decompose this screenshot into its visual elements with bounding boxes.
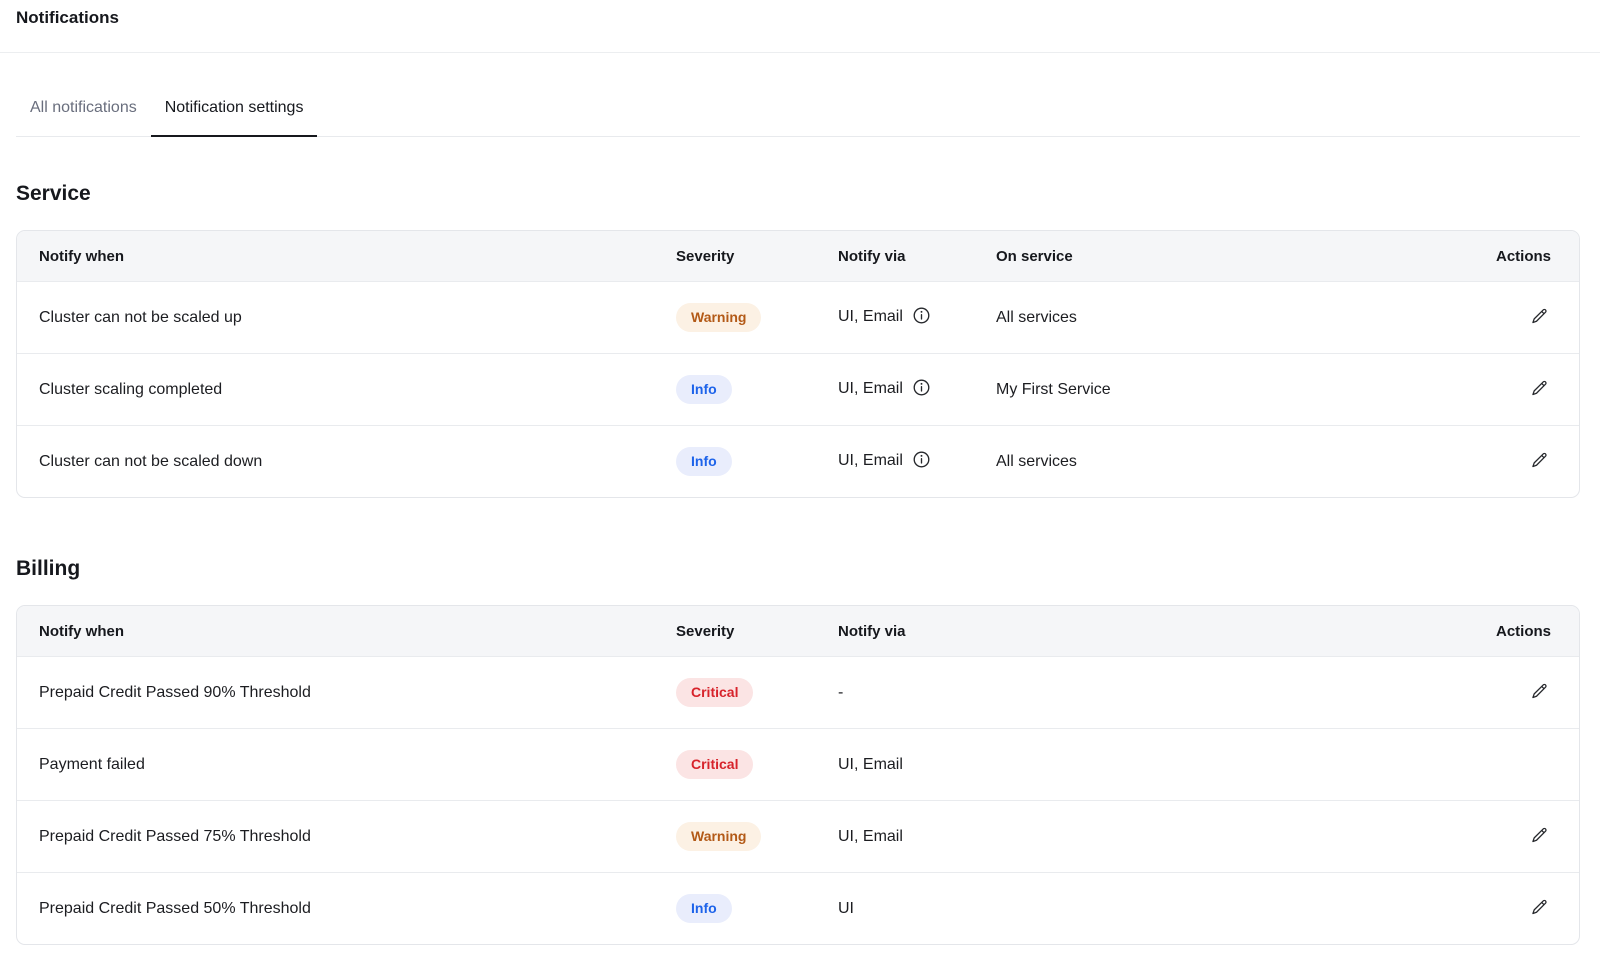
edit-button[interactable] [1528,377,1551,400]
pencil-icon [1530,898,1549,917]
notify-when-cell: Prepaid Credit Passed 75% Threshold [17,800,654,872]
status-badge: Warning [676,822,761,851]
pencil-icon [1530,826,1549,845]
notify-via-label: UI, Email [838,308,903,325]
status-badge: Warning [676,303,761,332]
on-service-cell: All services [974,425,1459,497]
status-badge: Info [676,894,732,923]
section-title-billing: Billing [16,556,1580,582]
service-table-card: Notify when Severity Notify via On servi… [16,230,1580,498]
on-service-cell: All services [974,281,1459,353]
column-header-actions: Actions [1459,231,1579,281]
severity-cell: Critical [654,656,816,728]
info-icon[interactable] [912,378,931,402]
service-table: Notify when Severity Notify via On servi… [17,231,1579,497]
edit-button[interactable] [1528,449,1551,472]
status-badge: Info [676,375,732,404]
column-header-on-service: On service [974,231,1459,281]
notify-via-cell: UI, Email [816,353,974,425]
column-header-severity: Severity [654,231,816,281]
notify-when-cell: Prepaid Credit Passed 90% Threshold [17,656,654,728]
on-service-cell: My First Service [974,353,1459,425]
table-row: Prepaid Credit Passed 75% Threshold Warn… [17,800,1579,872]
status-badge: Info [676,447,732,476]
column-header-notify-when: Notify when [17,606,654,656]
notify-via-cell: UI, Email [816,425,974,497]
notify-via-cell: - [816,656,1459,728]
table-row: Cluster can not be scaled down Info UI, … [17,425,1579,497]
edit-button[interactable] [1528,824,1551,847]
status-badge: Critical [676,678,753,707]
actions-cell [1459,800,1579,872]
billing-table: Notify when Severity Notify via Actions … [17,606,1579,944]
tab-bar: All notifications Notification settings [16,93,1580,137]
actions-cell [1459,656,1579,728]
notify-when-cell: Cluster can not be scaled down [17,425,654,497]
notify-via-cell: UI, Email [816,281,974,353]
table-row: Payment failed Critical UI, Email [17,728,1579,800]
billing-table-card: Notify when Severity Notify via Actions … [16,605,1580,945]
info-icon[interactable] [912,450,931,474]
notify-when-cell: Cluster can not be scaled up [17,281,654,353]
actions-cell [1459,425,1579,497]
column-header-notify-via: Notify via [816,606,1459,656]
notifications-page: Notifications All notifications Notifica… [0,0,1600,976]
actions-cell [1459,353,1579,425]
column-header-severity: Severity [654,606,816,656]
table-row: Cluster can not be scaled up Warning UI,… [17,281,1579,353]
severity-cell: Info [654,425,816,497]
table-row: Prepaid Credit Passed 50% Threshold Info… [17,872,1579,944]
edit-button[interactable] [1528,896,1551,919]
notify-via-label: UI, Email [838,452,903,469]
pencil-icon [1530,307,1549,326]
pencil-icon [1530,379,1549,398]
notify-via-cell: UI, Email [816,728,1459,800]
pencil-icon [1530,682,1549,701]
table-header-row: Notify when Severity Notify via On servi… [17,231,1579,281]
edit-button[interactable] [1528,305,1551,328]
notify-via-cell: UI, Email [816,800,1459,872]
severity-cell: Warning [654,800,816,872]
tab-notification-settings[interactable]: Notification settings [151,93,318,137]
table-row: Prepaid Credit Passed 90% Threshold Crit… [17,656,1579,728]
pencil-icon [1530,451,1549,470]
edit-button[interactable] [1528,680,1551,703]
table-row: Cluster scaling completed Info UI, Email… [17,353,1579,425]
notify-via-cell: UI [816,872,1459,944]
actions-cell [1459,281,1579,353]
actions-cell [1459,728,1579,800]
table-header-row: Notify when Severity Notify via Actions [17,606,1579,656]
severity-cell: Info [654,353,816,425]
info-icon[interactable] [912,306,931,330]
severity-cell: Info [654,872,816,944]
section-service: Service Notify when Severity Notify via … [16,181,1580,498]
notify-when-cell: Payment failed [17,728,654,800]
notify-when-cell: Prepaid Credit Passed 50% Threshold [17,872,654,944]
page-header: Notifications [0,0,1600,53]
notify-via-label: UI, Email [838,380,903,397]
page-title: Notifications [16,6,1584,30]
column-header-notify-via: Notify via [816,231,974,281]
severity-cell: Critical [654,728,816,800]
status-badge: Critical [676,750,753,779]
section-title-service: Service [16,181,1580,207]
actions-cell [1459,872,1579,944]
column-header-actions: Actions [1459,606,1579,656]
section-billing: Billing Notify when Severity Notify via … [16,556,1580,945]
tab-all-notifications[interactable]: All notifications [16,93,151,137]
content: All notifications Notification settings … [16,93,1580,945]
column-header-notify-when: Notify when [17,231,654,281]
severity-cell: Warning [654,281,816,353]
notify-when-cell: Cluster scaling completed [17,353,654,425]
